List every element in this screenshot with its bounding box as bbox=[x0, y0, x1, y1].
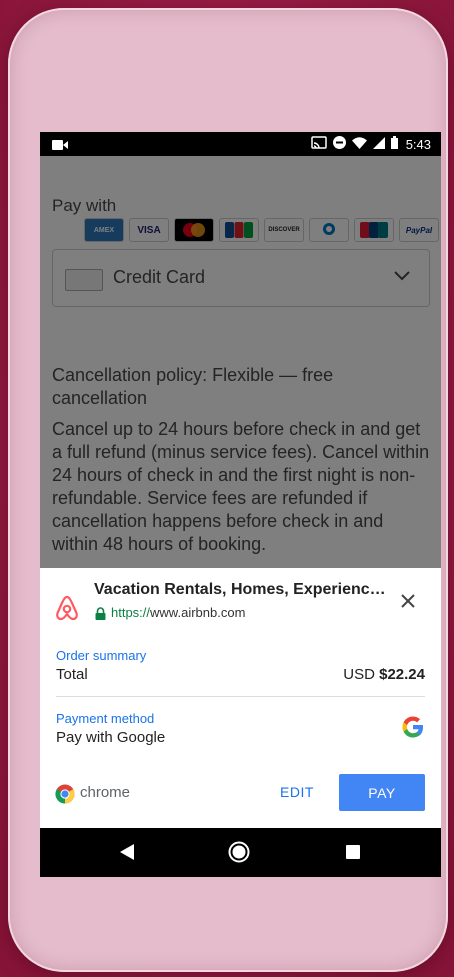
payment-method-value: Pay with Google bbox=[56, 729, 166, 746]
url-scheme: https:// bbox=[111, 605, 151, 620]
payment-request-sheet: Vacation Rentals, Homes, Experiences &..… bbox=[40, 568, 441, 828]
battery-icon bbox=[390, 136, 398, 152]
payment-method-label[interactable]: Payment method bbox=[56, 711, 154, 726]
video-camera-icon bbox=[52, 138, 68, 153]
site-title: Vacation Rentals, Homes, Experiences &..… bbox=[94, 581, 394, 598]
lock-icon bbox=[95, 607, 106, 625]
home-icon[interactable] bbox=[228, 841, 250, 868]
total-value: USD $22.24 bbox=[343, 666, 425, 683]
order-summary-label[interactable]: Order summary bbox=[56, 648, 146, 663]
url-host: www.airbnb.com bbox=[150, 605, 246, 620]
status-time: 5:43 bbox=[405, 136, 431, 152]
site-url: https://www.airbnb.com bbox=[111, 605, 245, 620]
checkout-page: Pay with AMEX VISA DISCOVER PayPal bbox=[40, 156, 441, 568]
airbnb-icon bbox=[55, 595, 79, 626]
phone-frame: 5:43 Pay with AMEX VISA DISCOVER bbox=[8, 8, 448, 972]
status-icons: 5:43 bbox=[310, 136, 431, 152]
phone-screen: 5:43 Pay with AMEX VISA DISCOVER bbox=[40, 132, 441, 877]
edit-button[interactable]: EDIT bbox=[270, 774, 324, 810]
signal-icon bbox=[372, 136, 385, 152]
browser-label: chrome bbox=[80, 784, 131, 801]
total-currency: USD bbox=[343, 666, 375, 683]
cast-icon bbox=[310, 136, 327, 152]
pay-button[interactable]: PAY bbox=[339, 774, 425, 811]
divider bbox=[56, 696, 425, 697]
wifi-icon bbox=[351, 136, 367, 152]
google-g-icon bbox=[402, 716, 424, 743]
status-bar: 5:43 bbox=[40, 132, 441, 156]
do-not-disturb-icon bbox=[332, 136, 346, 152]
total-amount: $22.24 bbox=[379, 666, 425, 683]
chrome-icon bbox=[55, 784, 75, 809]
back-icon[interactable] bbox=[120, 844, 134, 865]
modal-scrim[interactable] bbox=[40, 156, 441, 568]
total-label: Total bbox=[56, 666, 88, 683]
android-nav-bar bbox=[40, 828, 441, 877]
close-icon[interactable] bbox=[400, 588, 416, 612]
recent-apps-icon[interactable] bbox=[346, 845, 360, 859]
